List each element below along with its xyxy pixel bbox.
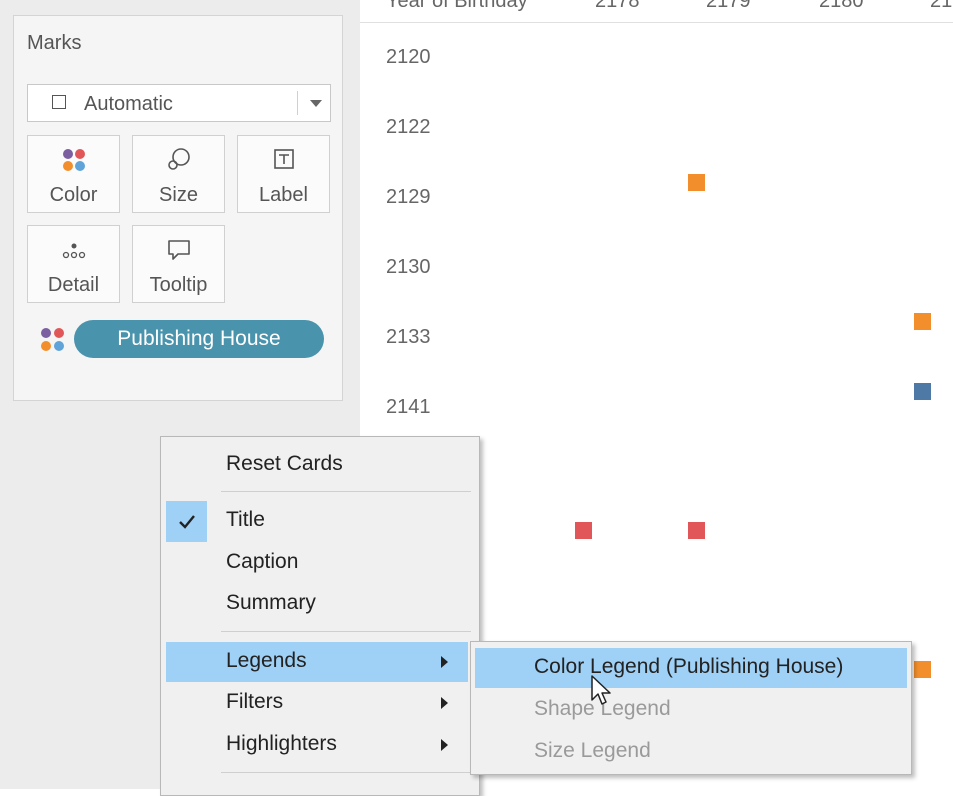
color-button[interactable]: Color <box>27 135 120 213</box>
color-encoding-icon <box>38 325 68 355</box>
menu-item-label: Caption <box>226 550 299 573</box>
menu-item-label: Highlighters <box>226 732 337 755</box>
tooltip-icon <box>133 236 224 264</box>
menu-separator <box>221 772 471 773</box>
marks-card: Marks Automatic Color Size Label Detail … <box>13 15 343 401</box>
menu-item-highlighters[interactable]: Highlighters <box>166 725 468 765</box>
data-mark[interactable] <box>575 522 592 539</box>
row-label: 2133 <box>386 326 431 348</box>
row-label: 2120 <box>386 46 431 68</box>
legends-submenu: Color Legend (Publishing House) Shape Le… <box>470 641 912 775</box>
tooltip-button[interactable]: Tooltip <box>132 225 225 303</box>
publishing-house-pill[interactable]: Publishing House <box>74 320 324 358</box>
size-icon <box>133 146 224 174</box>
menu-item-label: Summary <box>226 591 316 614</box>
menu-item-label: Title <box>226 508 265 531</box>
column-header-title: Year of Birthday <box>386 0 528 12</box>
menu-item-summary[interactable]: Summary <box>166 584 468 624</box>
menu-item-filters[interactable]: Filters <box>166 683 468 723</box>
color-icon <box>28 146 119 174</box>
menu-separator <box>221 631 471 632</box>
detail-icon <box>28 236 119 264</box>
data-mark[interactable] <box>914 661 931 678</box>
context-menu: Reset Cards Title Caption Summary Legend… <box>160 436 480 796</box>
detail-button-label: Detail <box>47 274 100 296</box>
mark-type-icon <box>52 95 66 109</box>
submenu-arrow-icon <box>441 656 448 668</box>
submenu-item-size-legend: Size Legend <box>475 732 907 772</box>
menu-item-legends[interactable]: Legends <box>166 642 468 682</box>
mouse-cursor-icon <box>590 674 614 710</box>
menu-item-reset-cards[interactable]: Reset Cards <box>166 445 468 485</box>
menu-separator <box>221 491 471 492</box>
size-button-label: Size <box>159 184 198 206</box>
menu-item-caption[interactable]: Caption <box>166 543 468 583</box>
data-mark[interactable] <box>914 383 931 400</box>
row-label: 2141 <box>386 396 431 418</box>
detail-button[interactable]: Detail <box>27 225 120 303</box>
data-mark[interactable] <box>688 522 705 539</box>
row-label: 2122 <box>386 116 431 138</box>
submenu-item-color-legend[interactable]: Color Legend (Publishing House) <box>475 648 907 688</box>
column-tick: 2178 <box>595 0 640 12</box>
submenu-item-shape-legend: Shape Legend <box>475 690 907 730</box>
menu-item-label: Reset Cards <box>226 452 343 475</box>
text-label-icon <box>238 146 329 174</box>
marks-card-title: Marks <box>27 32 82 54</box>
label-button[interactable]: Label <box>237 135 330 213</box>
submenu-item-label: Size Legend <box>534 739 651 762</box>
data-mark[interactable] <box>688 174 705 191</box>
mark-type-dropdown[interactable]: Automatic <box>27 84 331 122</box>
row-label: 2129 <box>386 186 431 208</box>
column-tick: 2179 <box>706 0 751 12</box>
submenu-arrow-icon <box>441 739 448 751</box>
column-tick: 2180 <box>819 0 864 12</box>
chevron-down-icon[interactable] <box>310 100 322 107</box>
label-button-label: Label <box>259 184 308 206</box>
data-mark[interactable] <box>914 313 931 330</box>
color-button-label: Color <box>49 184 98 206</box>
size-button[interactable]: Size <box>132 135 225 213</box>
column-header: Year of Birthday 2178 2179 2180 21 <box>360 0 953 23</box>
menu-item-title[interactable]: Title <box>166 501 468 541</box>
dropdown-divider <box>297 91 298 115</box>
column-tick: 21 <box>930 0 953 12</box>
submenu-item-label: Color Legend (Publishing House) <box>534 655 844 678</box>
tooltip-button-label: Tooltip <box>149 274 208 296</box>
menu-item-label: Filters <box>226 690 284 713</box>
submenu-arrow-icon <box>441 697 448 709</box>
menu-item-label: Legends <box>226 649 307 672</box>
mark-type-value: Automatic <box>84 93 173 115</box>
row-label: 2130 <box>386 256 431 278</box>
